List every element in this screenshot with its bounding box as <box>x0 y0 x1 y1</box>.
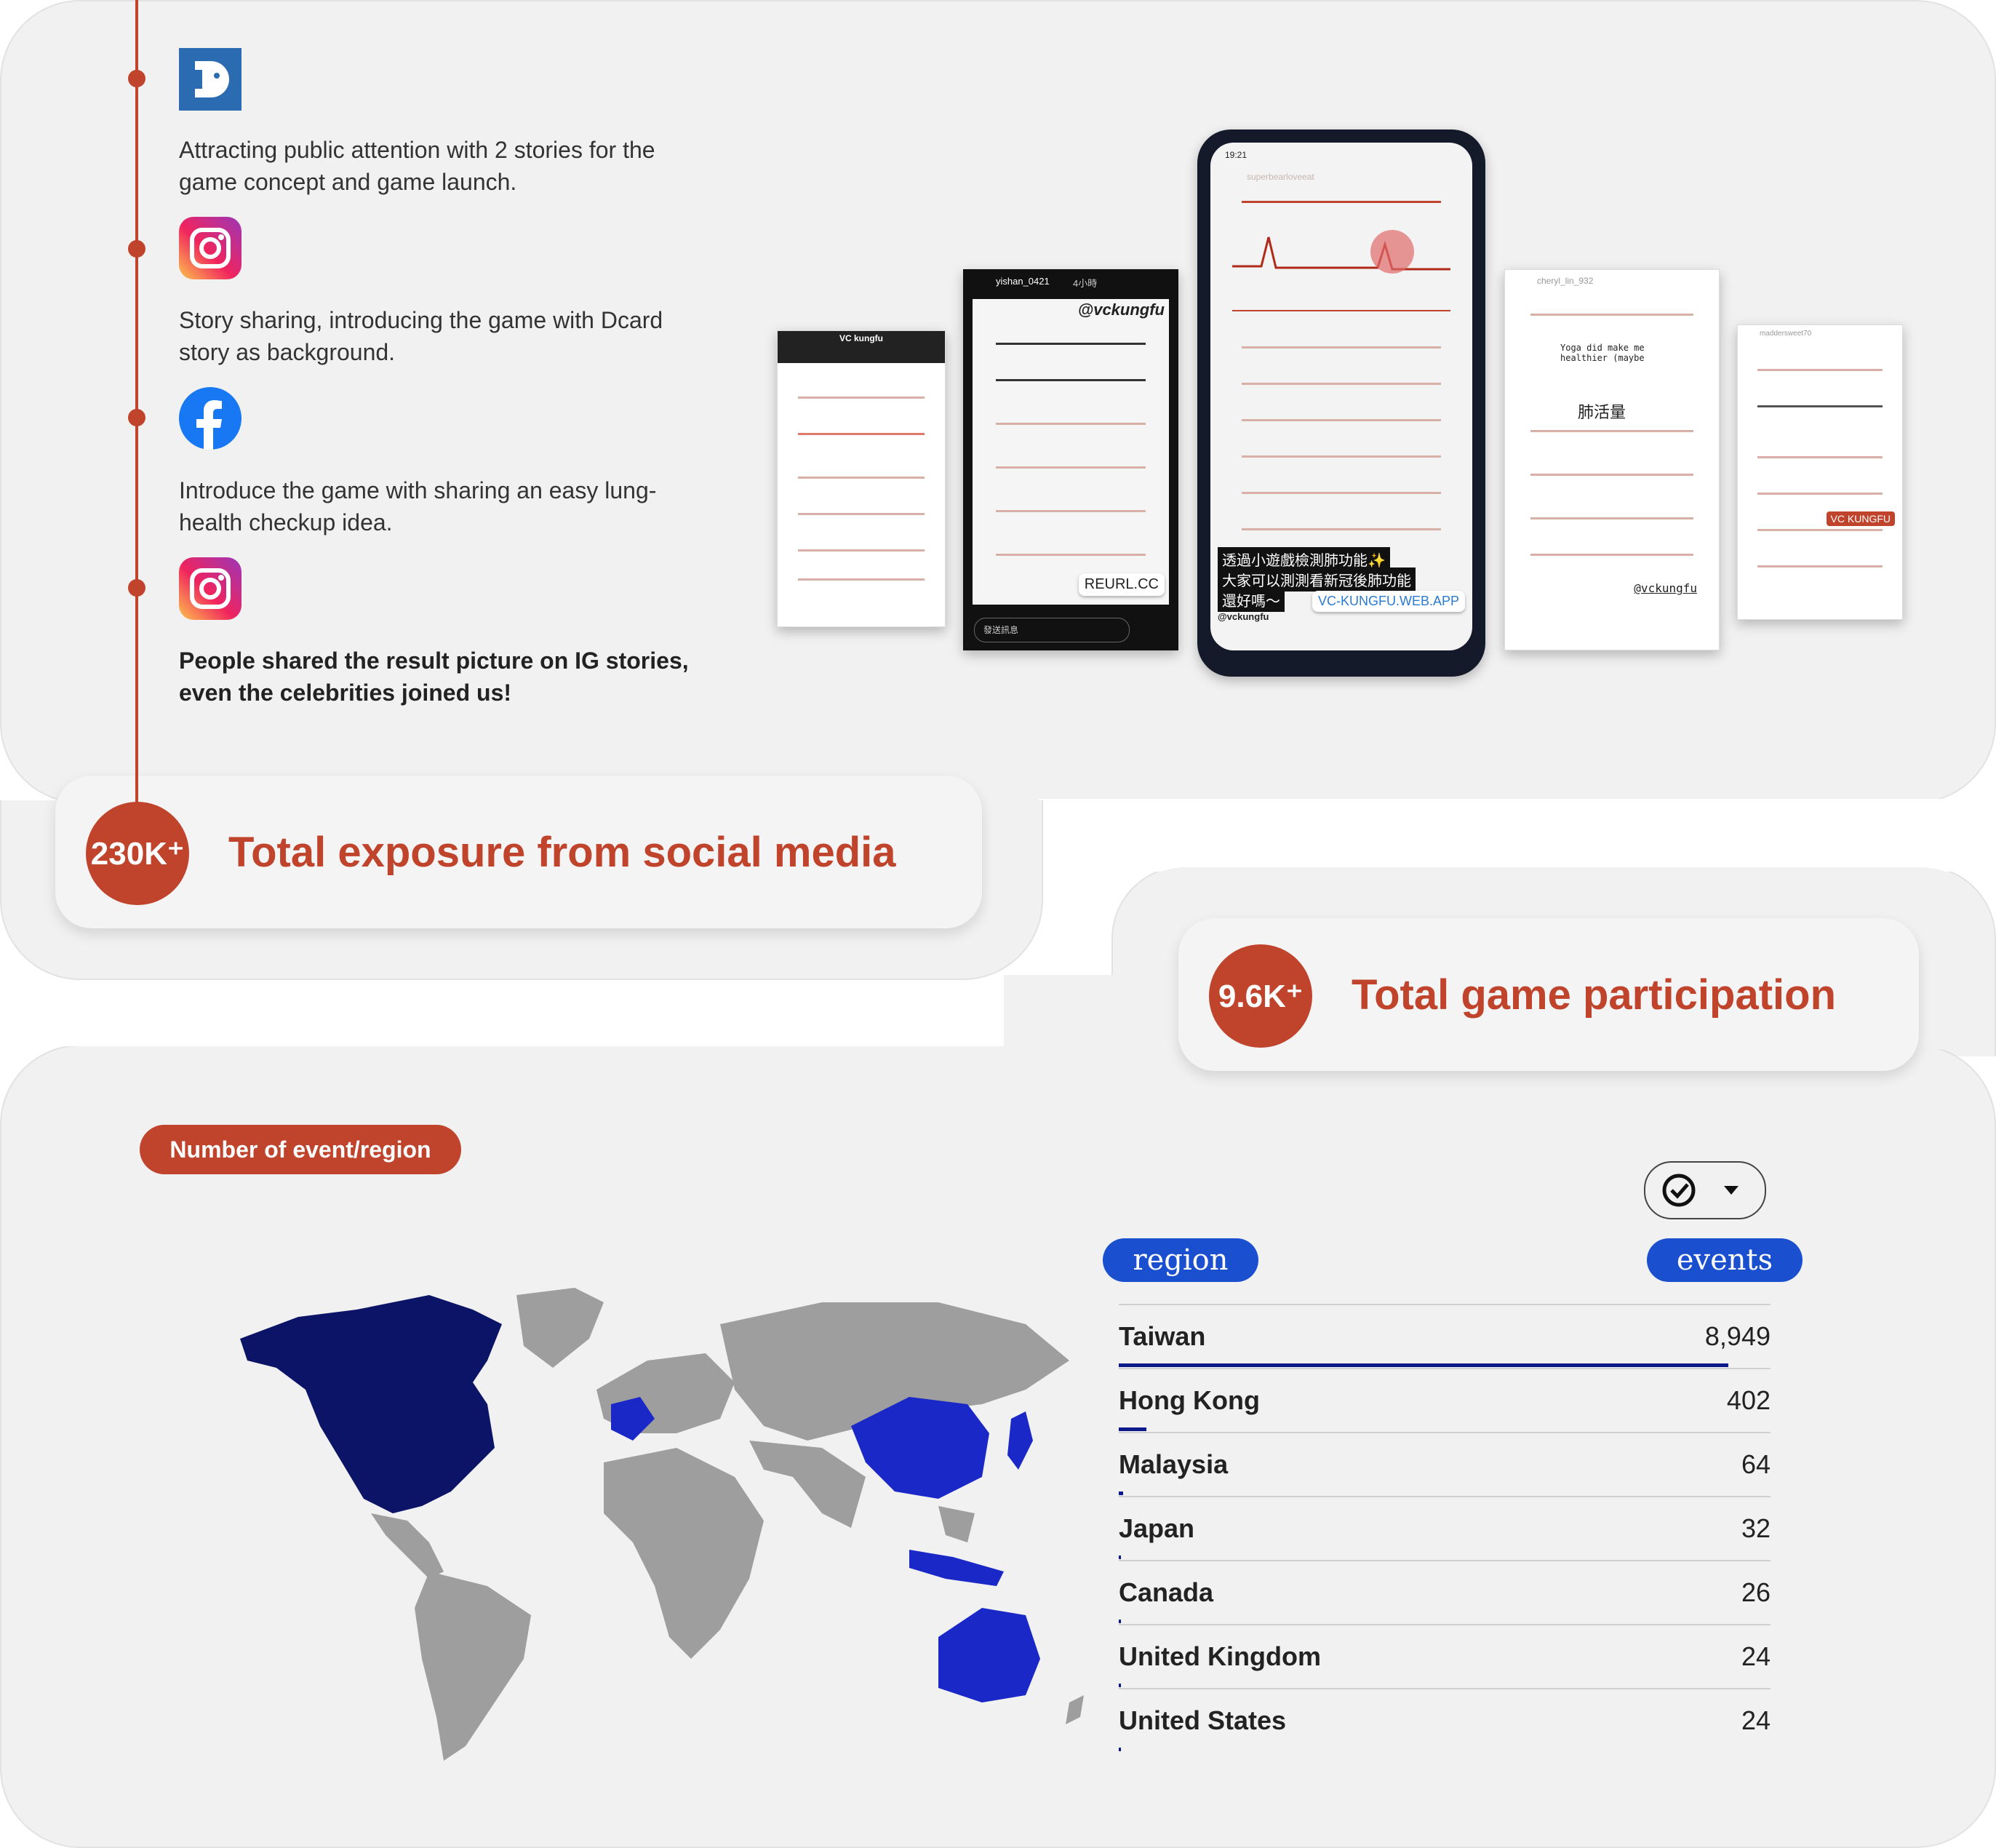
region-name: United Kingdom <box>1119 1641 1321 1671</box>
map-section-title: Number of event/region <box>140 1125 461 1174</box>
story-handle: superbearloveeat <box>1247 172 1314 182</box>
timeline-dot <box>128 579 145 597</box>
table-row[interactable]: United States 24 <box>1119 1688 1771 1753</box>
story-screenshot-left-2: yishan_0421 4小時 @vckungfu REURL.CC 發送訊息 <box>963 269 1178 650</box>
story-handle: cheryl_lin_932 <box>1537 276 1594 286</box>
story-header: VC kungfu <box>778 331 945 363</box>
map-region-southeast-asia <box>938 1506 975 1542</box>
story-screenshot-left-1: VC kungfu <box>777 330 946 627</box>
map-region-australia <box>938 1608 1040 1702</box>
timeline-text-1: Attracting public attention with 2 stori… <box>179 137 655 195</box>
panel-bridge <box>1004 975 1114 1048</box>
story-tag: @vckungfu <box>1077 300 1165 319</box>
chevron-down-icon <box>1724 1186 1738 1195</box>
region-name: United States <box>1119 1705 1287 1735</box>
timeline-dot <box>128 409 145 426</box>
story-link-sticker[interactable]: VC KUNGFU <box>1826 511 1895 526</box>
region-events-value: 8,949 <box>1704 1321 1771 1351</box>
story-text: Yoga did make me healthier (maybe <box>1560 343 1645 363</box>
region-name: Hong Kong <box>1119 1385 1260 1415</box>
story-label: 肺活量 <box>1578 403 1626 421</box>
region-events-value: 64 <box>1741 1449 1771 1479</box>
story-caption-3: 還好嗎～ <box>1218 588 1285 612</box>
region-events-value: 32 <box>1741 1513 1771 1543</box>
story-screenshot-right-2: maddersweet70 VC KUNGFU <box>1737 324 1903 620</box>
story-tag: @vckungfu <box>1634 581 1697 595</box>
lung-chart-thumbnail <box>1232 223 1450 311</box>
timeline-text-2: Story sharing, introducing the game with… <box>179 307 663 365</box>
panel-gap <box>1039 799 1995 872</box>
table-row[interactable]: Japan 32 <box>1119 1496 1771 1561</box>
table-row[interactable]: Malaysia 64 <box>1119 1432 1771 1497</box>
map-region-africa <box>604 1448 764 1659</box>
map-region-indonesia-malaysia <box>909 1550 1004 1586</box>
story-content: @vckungfu REURL.CC <box>973 299 1169 605</box>
table-row[interactable]: Hong Kong 402 <box>1119 1368 1771 1433</box>
timeline-dot <box>128 70 145 87</box>
timeline-dot <box>128 240 145 258</box>
instagram-icon <box>179 217 241 279</box>
region-events-bar <box>1119 1491 1123 1495</box>
message-input[interactable]: 發送訊息 <box>974 618 1130 642</box>
region-name: Malaysia <box>1119 1449 1229 1479</box>
participation-label: Total game participation <box>1352 971 1837 1019</box>
map-region-central-america <box>371 1513 444 1579</box>
story-tag: @vckungfu <box>1218 611 1269 622</box>
story-link-sticker[interactable]: REURL.CC <box>1078 573 1165 596</box>
region-events-bar <box>1119 1427 1146 1431</box>
region-name: Japan <box>1119 1513 1195 1543</box>
region-events-bar <box>1119 1748 1121 1751</box>
region-events-value: 402 <box>1726 1385 1771 1415</box>
story-screenshot-center-phone: 19:21 superbearloveeat 透過小遊戲檢測肺功能✨ 大家可以測… <box>1197 130 1485 677</box>
exposure-label: Total exposure from social media <box>228 829 896 876</box>
world-map <box>240 1288 1084 1761</box>
participation-badge: 9.6K⁺ <box>1209 944 1312 1048</box>
region-events-value: 24 <box>1741 1705 1771 1735</box>
story-handle: yishan_0421 <box>996 276 1050 287</box>
table-row[interactable]: United Kingdom 24 <box>1119 1624 1771 1689</box>
map-region-middle-east-india <box>749 1441 866 1528</box>
region-events-bar <box>1119 1363 1728 1367</box>
map-region-north-america <box>240 1295 502 1513</box>
check-circle-icon <box>1662 1174 1738 1207</box>
column-header-events[interactable]: events <box>1647 1238 1803 1282</box>
instagram-icon <box>179 557 241 620</box>
dcard-icon <box>179 48 241 111</box>
story-screenshot-right-1: cheryl_lin_932 Yoga did make me healthie… <box>1504 269 1720 650</box>
timeline-text-4: People shared the result picture on IG s… <box>179 648 689 706</box>
region-name: Taiwan <box>1119 1321 1206 1351</box>
filter-dropdown[interactable] <box>1644 1161 1766 1219</box>
map-region-new-zealand <box>1066 1695 1084 1724</box>
region-events-value: 24 <box>1741 1641 1771 1671</box>
timeline-line <box>135 0 138 800</box>
region-events-bar <box>1119 1684 1121 1687</box>
story-handle: maddersweet70 <box>1760 330 1812 338</box>
timeline-line-end <box>135 728 138 808</box>
table-row[interactable]: Taiwan 8,949 <box>1119 1304 1771 1369</box>
story-link-sticker[interactable]: VC-KUNGFU.WEB.APP <box>1312 591 1466 612</box>
map-region-south-america <box>415 1572 531 1761</box>
panel-gap-2 <box>0 976 1113 1046</box>
region-name: Canada <box>1119 1577 1214 1607</box>
story-time: 4小時 <box>1073 278 1098 289</box>
map-region-greenland <box>516 1288 604 1368</box>
facebook-icon <box>179 387 241 450</box>
table-row[interactable]: Canada 26 <box>1119 1560 1771 1625</box>
column-header-region[interactable]: region <box>1103 1238 1258 1282</box>
status-time: 19:21 <box>1225 150 1248 160</box>
map-region-japan <box>1007 1411 1033 1470</box>
region-events-bar <box>1119 1620 1121 1623</box>
phone-screen: 19:21 superbearloveeat 透過小遊戲檢測肺功能✨ 大家可以測… <box>1210 143 1472 650</box>
timeline-text-3: Introduce the game with sharing an easy … <box>179 477 657 535</box>
region-events-value: 26 <box>1741 1577 1771 1607</box>
exposure-badge: 230K⁺ <box>86 802 189 905</box>
region-events-bar <box>1119 1556 1121 1559</box>
